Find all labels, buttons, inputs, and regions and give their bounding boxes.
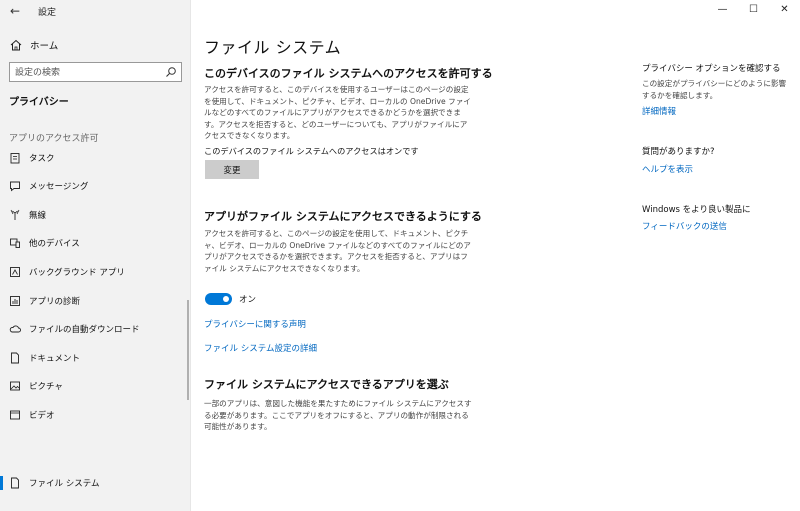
close-icon: ✕ [780, 3, 789, 15]
learn-more-link[interactable]: 詳細情報 [642, 105, 676, 117]
choose-apps-description: 一部のアプリは、意図した機能を果たすためにファイル システムにアクセスする必要が… [204, 399, 472, 432]
search-input[interactable] [15, 66, 155, 79]
app-access-heading: アプリがファイル システムにアクセスできるようにする [204, 210, 482, 223]
choose-apps-heading: ファイル システムにアクセスできるアプリを選ぶ [204, 378, 449, 391]
sidebar-item-background-apps[interactable]: バックグラウンド アプリ [0, 259, 188, 285]
sidebar-item-documents[interactable]: ドキュメント [0, 345, 188, 371]
send-feedback-link[interactable]: フィードバックの送信 [642, 220, 727, 232]
sidebar-item-label: 無線 [29, 211, 47, 221]
devices-icon [10, 238, 20, 248]
privacy-options-heading: プライバシー オプションを確認する [642, 64, 781, 74]
sidebar-item-videos[interactable]: ビデオ [0, 402, 188, 428]
home-icon [10, 39, 22, 51]
sidebar-item-label: アプリの診断 [29, 297, 81, 307]
minimize-button[interactable]: — [707, 0, 738, 18]
device-access-description: アクセスを許可すると、このデバイスを使用するユーザーはこのページの設定を使用して… [204, 85, 471, 141]
maximize-button[interactable]: ☐ [738, 0, 769, 18]
file-system-icon [11, 477, 19, 489]
back-arrow-icon: ← [9, 4, 21, 18]
maximize-icon: ☐ [749, 3, 758, 15]
document-icon [11, 352, 19, 364]
home-label: ホーム [30, 41, 59, 52]
page-title: ファイル システム [204, 38, 342, 57]
sidebar-item-tasks[interactable]: タスク [0, 145, 188, 171]
group-label: アプリのアクセス許可 [9, 134, 99, 144]
sidebar-item-pictures[interactable]: ピクチャ [0, 373, 188, 399]
question-heading: 質問がありますか? [642, 147, 715, 157]
search-icon[interactable] [165, 66, 177, 78]
tasks-icon [10, 153, 20, 164]
search-box[interactable] [9, 62, 182, 82]
diagnostics-icon [10, 296, 20, 306]
change-button[interactable]: 変更 [205, 160, 259, 179]
background-apps-icon [10, 267, 20, 277]
active-indicator [0, 476, 3, 490]
sidebar-item-label: タスク [29, 154, 55, 164]
sidebar-item-messaging[interactable]: メッセージング [0, 173, 188, 199]
get-help-link[interactable]: ヘルプを表示 [642, 163, 693, 175]
sidebar-item-label: ファイルの自動ダウンロード [29, 325, 140, 335]
toggle-state-label: オン [239, 295, 257, 305]
sidebar-item-label: 他のデバイス [29, 239, 80, 249]
privacy-options-text: この設定がプライバシーにどのように影響するかを確認します。 [642, 79, 787, 100]
close-button[interactable]: ✕ [769, 0, 800, 18]
sidebar-item-radio[interactable]: 無線 [0, 202, 188, 228]
window-controls: — ☐ ✕ [707, 0, 800, 18]
device-access-status: このデバイスのファイル システムへのアクセスはオンです [204, 146, 419, 156]
video-icon [10, 410, 20, 420]
sidebar-item-home[interactable]: ホーム [0, 34, 191, 56]
sidebar: ← 設定 ホーム プライバシー アプリのアクセス許可 タスク メッセージング [0, 0, 191, 511]
back-button[interactable]: ← [8, 4, 22, 18]
sidebar-scrollbar[interactable] [187, 300, 189, 400]
radio-icon [10, 209, 20, 220]
app-access-description: アクセスを許可すると、このページの設定を使用して、ドキュメント、ピクチャ、ビデオ… [204, 229, 471, 273]
app-access-toggle[interactable] [205, 293, 232, 305]
sidebar-item-label: ファイル システム [29, 479, 100, 489]
sidebar-item-label: ピクチャ [29, 382, 63, 392]
cloud-icon [9, 325, 21, 333]
sidebar-item-auto-download[interactable]: ファイルの自動ダウンロード [0, 316, 188, 342]
sidebar-item-file-system[interactable]: ファイル システム [0, 470, 188, 496]
picture-icon [10, 381, 20, 391]
sidebar-item-label: メッセージング [29, 182, 89, 192]
privacy-statement-link[interactable]: プライバシーに関する声明 [204, 318, 306, 330]
sidebar-item-label: ドキュメント [29, 354, 81, 364]
sidebar-item-label: ビデオ [29, 411, 55, 421]
toggle-knob [223, 296, 229, 302]
sidebar-item-label: バックグラウンド アプリ [29, 268, 125, 278]
section-title: プライバシー [9, 97, 69, 108]
feedback-heading: Windows をより良い製品に [642, 205, 751, 215]
sidebar-item-other-devices[interactable]: 他のデバイス [0, 230, 188, 256]
app-title: 設定 [38, 8, 57, 18]
minimize-icon: — [717, 3, 728, 15]
message-icon [10, 181, 20, 192]
device-access-heading: このデバイスのファイル システムへのアクセスを許可する [204, 67, 493, 80]
file-system-details-link[interactable]: ファイル システム設定の詳細 [204, 342, 317, 354]
sidebar-item-app-diagnostics[interactable]: アプリの診断 [0, 288, 188, 314]
